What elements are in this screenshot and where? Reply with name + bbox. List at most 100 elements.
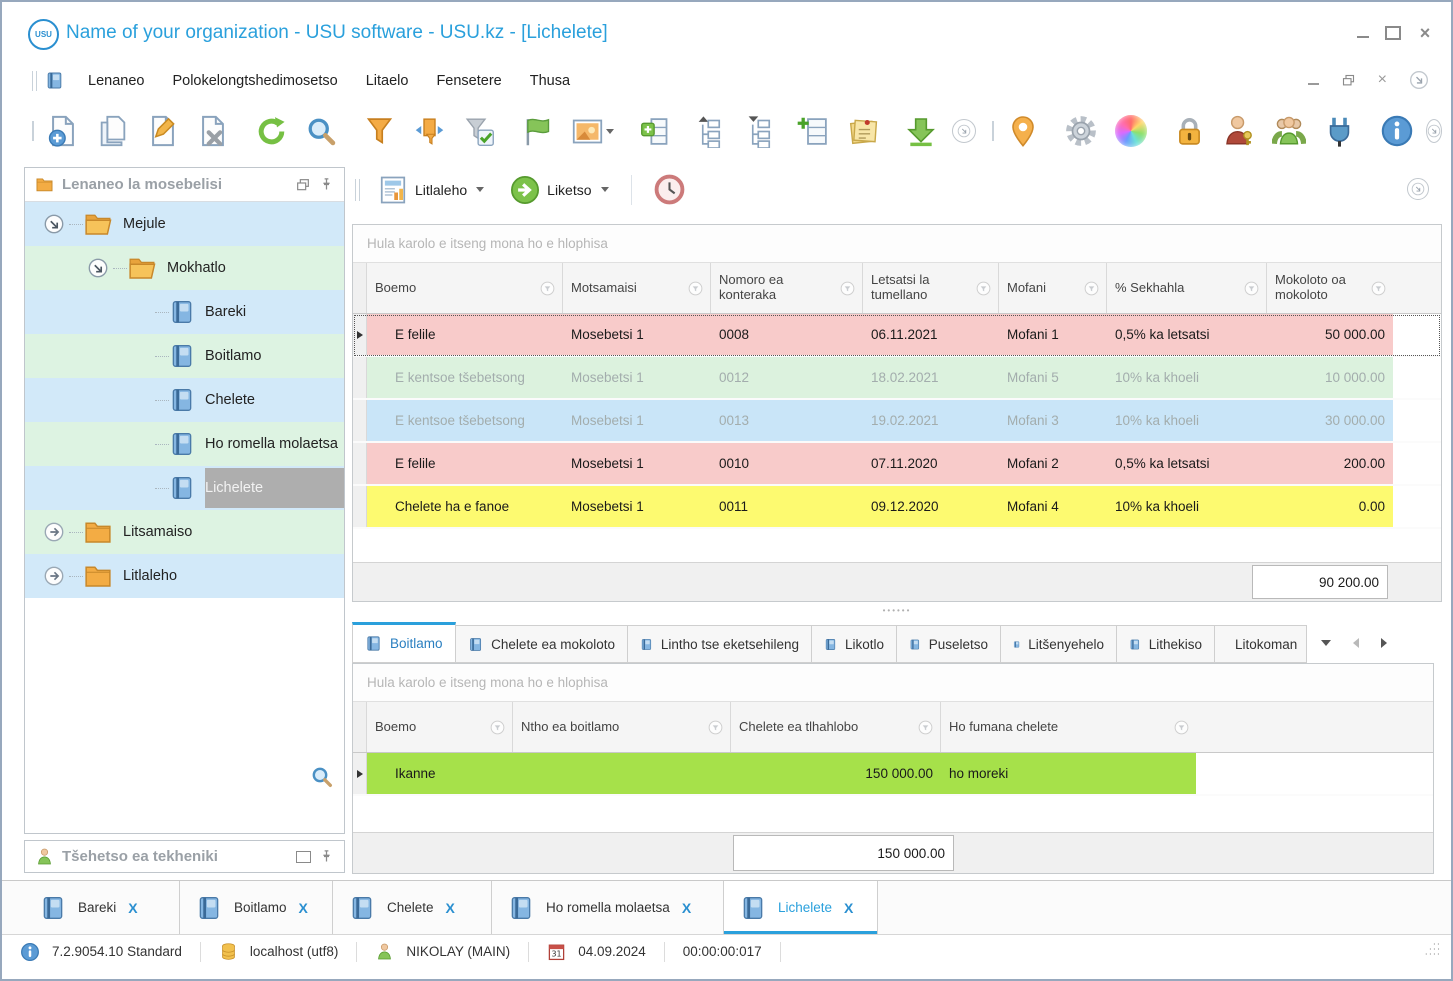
plugin-button[interactable]: [1320, 112, 1358, 150]
expand-all-button[interactable]: [736, 112, 774, 150]
refresh-button[interactable]: [252, 112, 290, 150]
doc-tab-lichelete[interactable]: Lichelete X: [724, 881, 878, 934]
float-panel-icon[interactable]: [295, 177, 311, 193]
resize-grip[interactable]: ∙∙∙∙∙∙∙∙∙: [1425, 942, 1441, 957]
lock-button[interactable]: [1170, 112, 1208, 150]
settings-gear-button[interactable]: [1062, 112, 1100, 150]
doc-tab-bareki[interactable]: Bareki X: [24, 881, 180, 934]
detail-tab-chelete-ea-mokoloto[interactable]: Chelete ea mokoloto: [456, 625, 628, 663]
tab-list-dropdown-icon[interactable]: [1321, 640, 1331, 646]
expand-down-icon[interactable]: [87, 257, 109, 279]
scheduler-button[interactable]: [646, 170, 693, 209]
filter-icon[interactable]: [1243, 280, 1260, 297]
delete-document-button[interactable]: [194, 112, 232, 150]
reports-button[interactable]: Litlaleho: [370, 171, 492, 209]
filter-icon[interactable]: [707, 719, 724, 736]
mdi-close-button[interactable]: ×: [1378, 71, 1387, 89]
subtoolbar-options-chevron-icon[interactable]: [1407, 178, 1429, 200]
filter-icon[interactable]: [917, 719, 934, 736]
menu-thusa[interactable]: Thusa: [516, 67, 584, 95]
expand-right-icon[interactable]: [43, 565, 65, 587]
tree-item-mejule[interactable]: Mejule: [25, 202, 344, 246]
menu-fensetere[interactable]: Fensetere: [422, 67, 515, 95]
column-header-nomoro-ea-konteraka[interactable]: Nomoro ea konteraka: [711, 263, 863, 313]
filter-icon[interactable]: [975, 280, 992, 297]
restore-panel-icon[interactable]: [296, 851, 311, 863]
filter-button[interactable]: [360, 112, 398, 150]
menu-drag-handle[interactable]: [32, 71, 37, 91]
export-button[interactable]: [902, 112, 940, 150]
tree-item-mokhatlo[interactable]: Mokhatlo: [25, 246, 344, 290]
menu-litaelo[interactable]: Litaelo: [352, 67, 423, 95]
detail-tab-boitlamo[interactable]: Boitlamo: [352, 622, 456, 663]
users-button[interactable]: [1270, 112, 1308, 150]
table-row[interactable]: Chelete ha e fanoe Mosebetsi 1 0011 09.1…: [353, 486, 1441, 529]
edit-document-button[interactable]: [144, 112, 182, 150]
tree-item-litsamaiso[interactable]: Litsamaiso: [25, 510, 344, 554]
column-header-ntho-ea-boitlamo[interactable]: Ntho ea boitlamo: [513, 702, 731, 752]
copy-document-button[interactable]: [94, 112, 132, 150]
support-panel-header[interactable]: Tšehetso ea tekheniki: [24, 840, 345, 873]
table-row[interactable]: E kentsoe tšebetsong Mosebetsi 1 0012 18…: [353, 357, 1441, 400]
tab-scroll-right-icon[interactable]: [1381, 638, 1387, 648]
expand-right-icon[interactable]: [43, 521, 65, 543]
filter-icon[interactable]: [1083, 280, 1100, 297]
reports-dropdown-caret-icon[interactable]: [476, 187, 484, 192]
group-by-panel[interactable]: Hula karolo e itseng mona ho e hlophisa: [353, 664, 1433, 702]
column-header-motsamaisi[interactable]: Motsamaisi: [563, 263, 711, 313]
search-button[interactable]: [302, 112, 340, 150]
tree-search-button[interactable]: [310, 765, 334, 789]
menu-lenaneo[interactable]: Lenaneo: [74, 67, 158, 95]
close-button[interactable]: ×: [1417, 26, 1433, 40]
column-header-mokoloto-oa-mokoloto[interactable]: Mokoloto oa mokoloto: [1267, 263, 1393, 313]
new-document-button[interactable]: [44, 112, 82, 150]
close-tab-icon[interactable]: X: [446, 900, 455, 916]
tab-scroll-left-icon[interactable]: [1353, 638, 1359, 648]
table-row[interactable]: E felile Mosebetsi 1 0008 06.11.2021 Mof…: [353, 314, 1441, 357]
search-icon[interactable]: [310, 765, 334, 789]
filter-icon[interactable]: [687, 280, 704, 297]
mdi-minimize-button[interactable]: [1308, 76, 1319, 85]
column-header-sekhahla[interactable]: % Sekhahla: [1107, 263, 1267, 313]
close-tab-icon[interactable]: X: [844, 900, 853, 916]
menu-options-chevron-icon[interactable]: [1409, 70, 1429, 90]
add-table-button[interactable]: [794, 112, 832, 150]
image-button[interactable]: [568, 112, 616, 150]
filter-icon[interactable]: [839, 280, 856, 297]
pin-panel-icon[interactable]: [319, 177, 334, 192]
location-button[interactable]: [1004, 112, 1042, 150]
color-wheel-button[interactable]: [1112, 112, 1150, 150]
close-tab-icon[interactable]: X: [128, 900, 137, 916]
user-permissions-button[interactable]: [1220, 112, 1258, 150]
column-header-letsatsi-la-tumellano[interactable]: Letsatsi la tumellano: [863, 263, 999, 313]
actions-button[interactable]: Liketso: [502, 171, 616, 209]
filter-icon[interactable]: [539, 280, 556, 297]
doc-tab-ho-romella-molaetsa[interactable]: Ho romella molaetsa X: [492, 881, 724, 934]
filter-columns-button[interactable]: [410, 112, 448, 150]
pin-panel-icon[interactable]: [319, 849, 334, 864]
tree-item-ho-romella-molaetsa[interactable]: Ho romella molaetsa: [25, 422, 344, 466]
doc-tab-chelete[interactable]: Chelete X: [333, 881, 492, 934]
image-dropdown-caret-icon[interactable]: [606, 129, 614, 134]
filter-icon[interactable]: [1370, 280, 1387, 297]
actions-dropdown-caret-icon[interactable]: [601, 187, 609, 192]
detail-tab-likotlo[interactable]: Likotlo: [812, 625, 897, 663]
detail-tab-lithekiso[interactable]: Lithekiso: [1117, 625, 1215, 663]
column-header-chelete-ea-tlhahlobo[interactable]: Chelete ea tlhahlobo: [731, 702, 941, 752]
close-tab-icon[interactable]: X: [299, 900, 308, 916]
maximize-button[interactable]: [1385, 26, 1401, 40]
detail-tab-litokomane[interactable]: Litokoman: [1215, 625, 1307, 663]
filter-icon[interactable]: [1173, 719, 1190, 736]
column-header-ho-fumana-chelete[interactable]: Ho fumana chelete: [941, 702, 1196, 752]
tree-item-litlaleho[interactable]: Litlaleho: [25, 554, 344, 598]
detail-tab-litsenyehelo[interactable]: Litšenyehelo: [1001, 625, 1117, 663]
subtoolbar-drag-handle[interactable]: [355, 179, 360, 201]
toolbar-options-chevron-icon[interactable]: [1426, 119, 1442, 143]
detail-tab-puseletso[interactable]: Puseletso: [897, 625, 1001, 663]
mdi-restore-button[interactable]: [1341, 73, 1356, 88]
minimize-button[interactable]: [1357, 28, 1369, 38]
panel-splitter[interactable]: ••••••: [352, 605, 1442, 615]
menu-polokelongtshedimosetso[interactable]: Polokelongtshedimosetso: [158, 67, 351, 95]
filter-apply-button[interactable]: [460, 112, 498, 150]
column-header-mofani[interactable]: Mofani: [999, 263, 1107, 313]
